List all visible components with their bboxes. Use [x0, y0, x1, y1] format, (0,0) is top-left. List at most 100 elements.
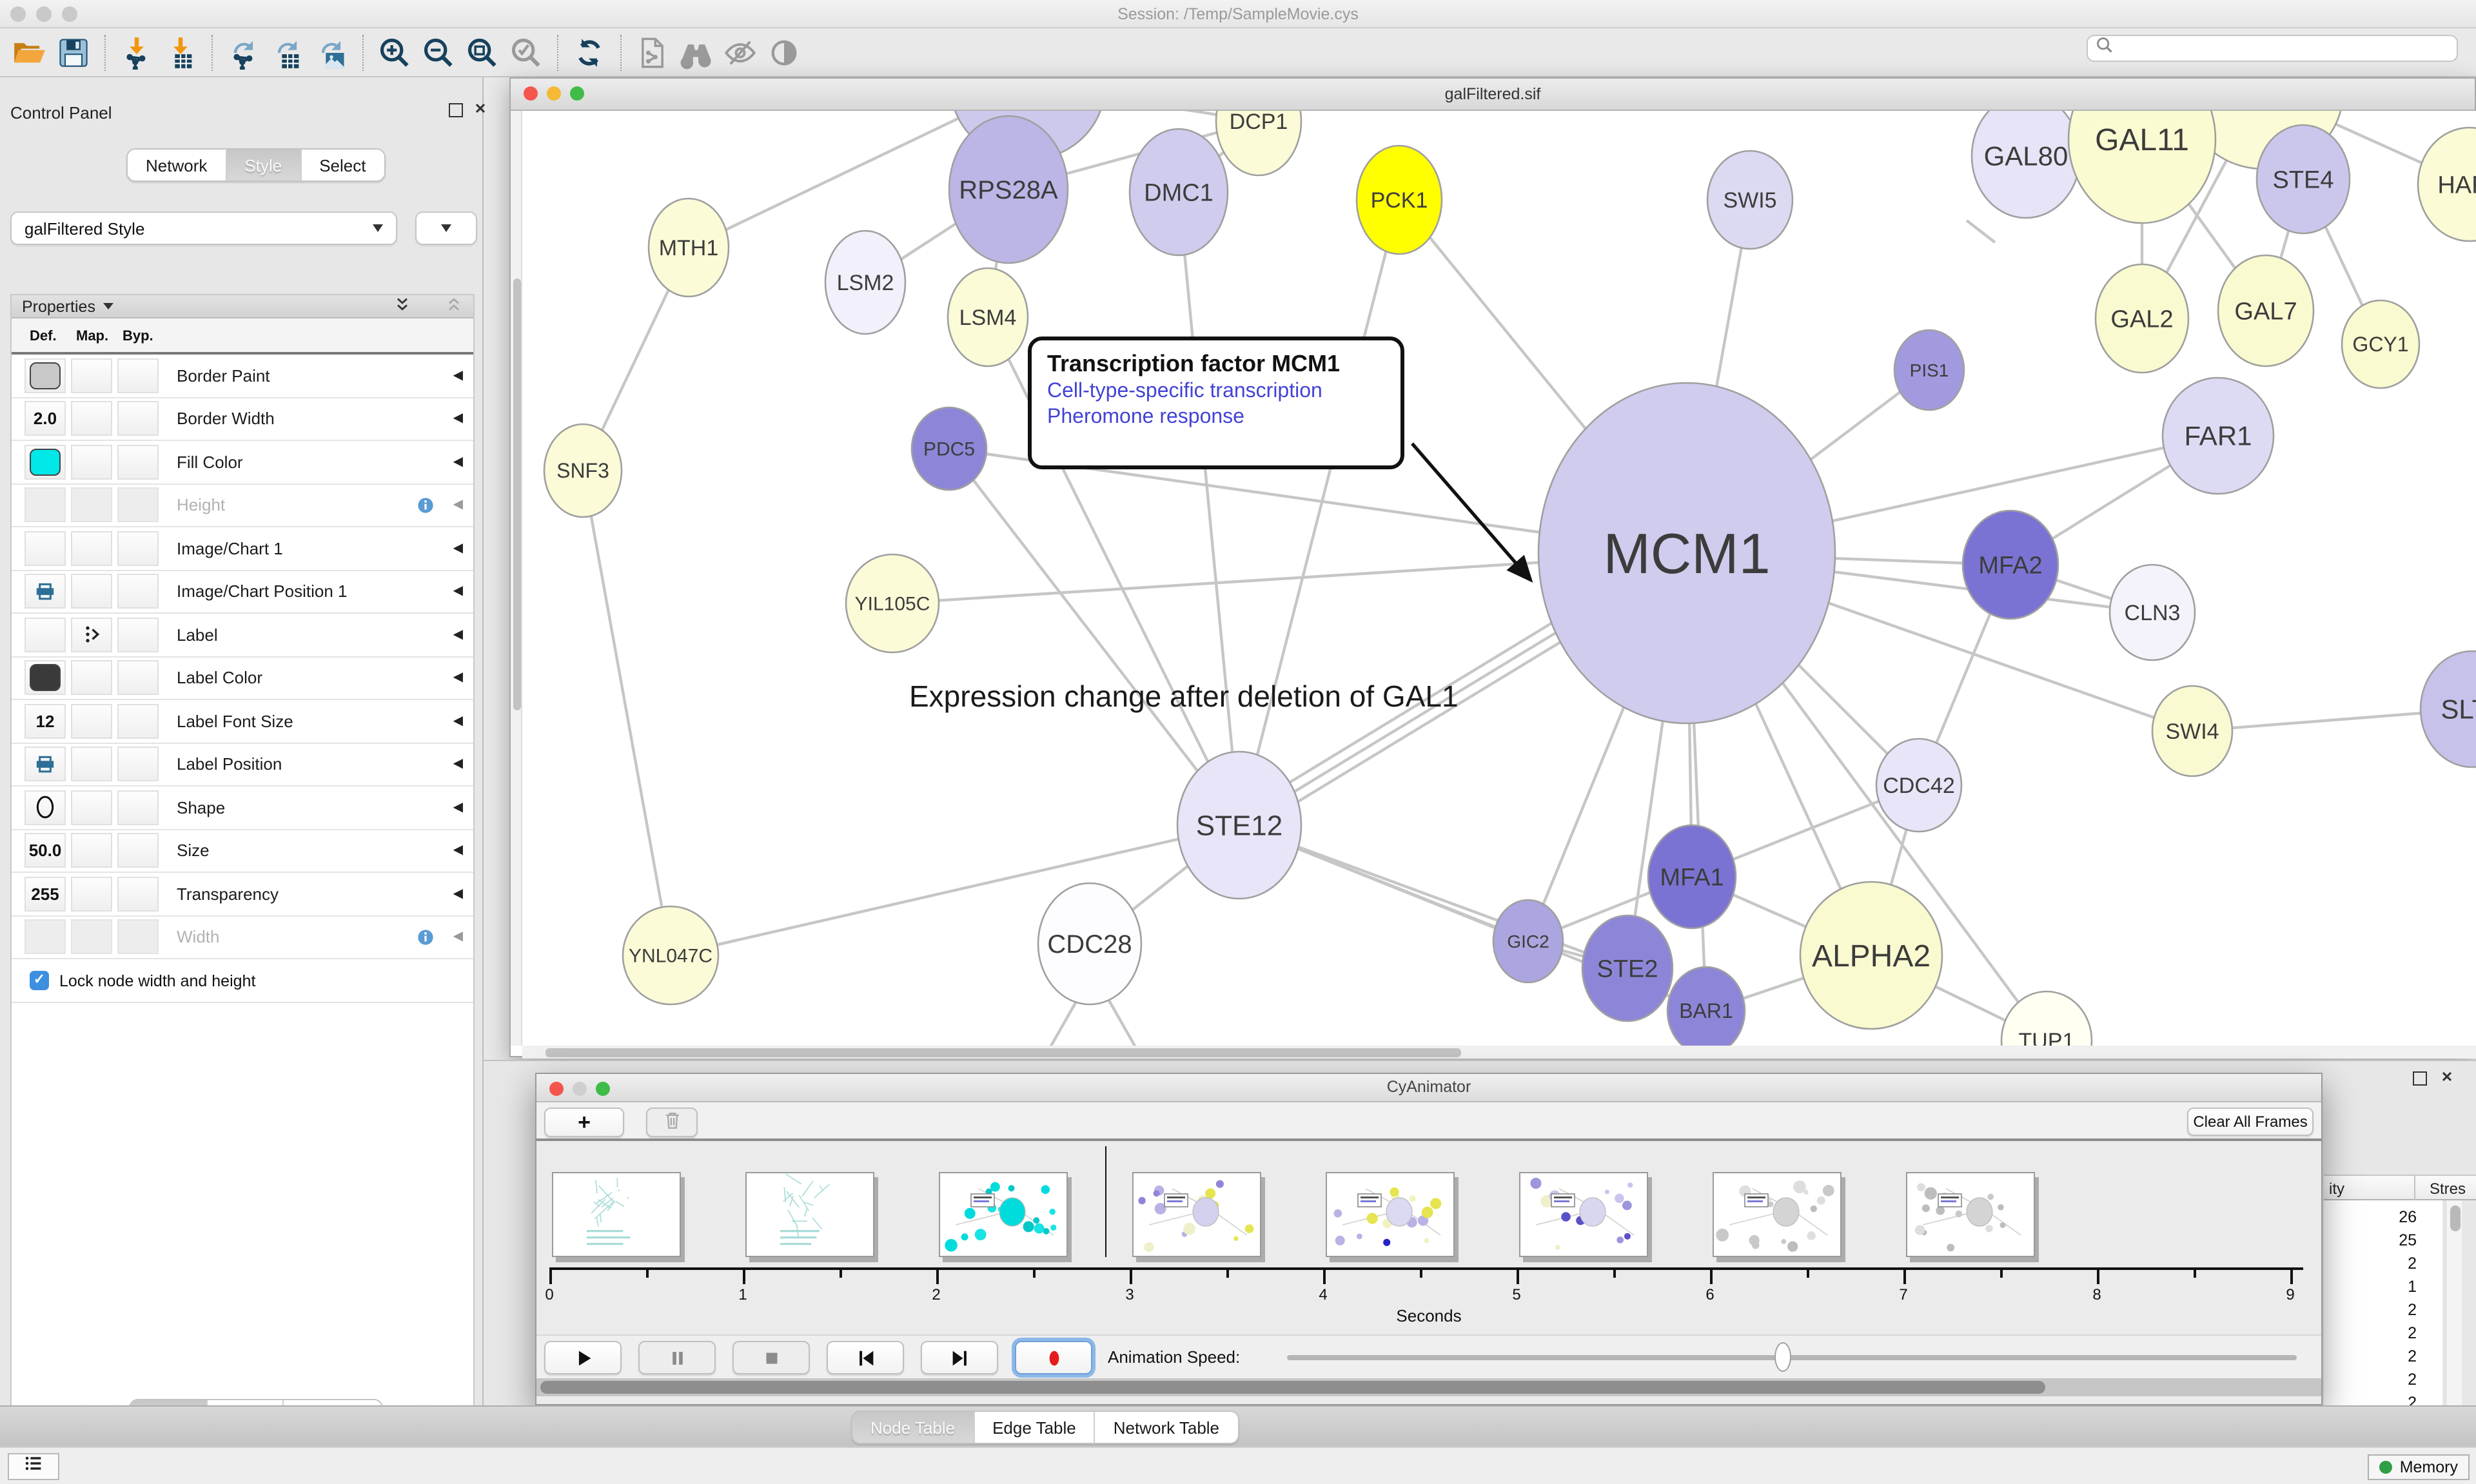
skip-end-button[interactable] [921, 1341, 998, 1374]
property-row-width[interactable]: Width ◀ [12, 916, 473, 959]
property-row-image-chart-1[interactable]: Image/Chart 1 ◀ [12, 527, 473, 571]
def-cell[interactable] [25, 574, 66, 609]
property-row-size[interactable]: 50.0 Size ◀ [12, 830, 473, 873]
byp-cell[interactable] [117, 920, 159, 955]
tab-network-table[interactable]: Network Table [1096, 1412, 1237, 1443]
map-cell[interactable] [71, 834, 112, 868]
default-swatch[interactable] [30, 665, 61, 692]
style-options-button[interactable] [415, 211, 477, 245]
annotation-box[interactable]: Transcription factor MCM1 Cell-type-spec… [1028, 337, 1404, 469]
record-button[interactable] [1015, 1341, 1092, 1374]
search-field[interactable] [2087, 35, 2458, 62]
clear-all-frames-button[interactable]: Clear All Frames [2187, 1108, 2314, 1136]
def-cell[interactable] [25, 618, 66, 652]
style-dropdown[interactable]: galFiltered Style [10, 211, 397, 245]
memory-button[interactable]: Memory [2368, 1454, 2470, 1480]
network-window-titlebar[interactable]: galFiltered.sif [511, 79, 2475, 111]
timeline-playhead[interactable] [1105, 1146, 1106, 1257]
network-vertical-scrollbar[interactable] [511, 111, 522, 1046]
float-table-panel-icon[interactable] [2413, 1071, 2427, 1086]
frame-thumbnail-3[interactable] [1132, 1172, 1261, 1257]
export-image-icon[interactable] [312, 33, 351, 72]
search-input[interactable] [2114, 39, 2436, 57]
frame-thumbnail-1[interactable] [745, 1172, 874, 1257]
collapse-arrow-icon[interactable]: ◀ [453, 844, 463, 858]
expand-all-icon[interactable] [393, 295, 411, 317]
zoom-in-icon[interactable] [375, 33, 414, 72]
map-cell[interactable] [71, 574, 112, 609]
import-table-icon[interactable] [161, 33, 200, 72]
byp-cell[interactable] [117, 402, 159, 436]
zoom-fit-icon[interactable] [463, 33, 502, 72]
collapse-arrow-icon[interactable]: ◀ [453, 887, 463, 901]
property-row-label-color[interactable]: Label Color ◀ [12, 657, 473, 700]
def-cell[interactable] [25, 488, 66, 523]
open-session-icon[interactable] [10, 33, 49, 72]
map-cell[interactable] [71, 402, 112, 436]
def-cell[interactable] [25, 790, 66, 825]
default-value[interactable]: 2.0 [34, 409, 57, 429]
byp-cell[interactable] [117, 790, 159, 825]
tab-select[interactable]: Select [301, 150, 384, 181]
collapse-arrow-icon[interactable]: ◀ [453, 930, 463, 944]
table-scrollbar[interactable] [2445, 1200, 2462, 1407]
property-row-height[interactable]: Height ◀ [12, 484, 473, 527]
property-row-image-chart-position-1[interactable]: Image/Chart Position 1 ◀ [12, 571, 473, 614]
property-row-label[interactable]: Label ◀ [12, 614, 473, 657]
collapse-arrow-icon[interactable]: ◀ [453, 628, 463, 642]
def-cell[interactable] [25, 531, 66, 566]
add-frame-button[interactable]: + [544, 1108, 624, 1137]
default-swatch[interactable] [30, 449, 61, 476]
frame-thumbnail-4[interactable] [1326, 1172, 1455, 1257]
property-row-fill-color[interactable]: Fill Color ◀ [12, 441, 473, 484]
frame-thumbnail-7[interactable] [1906, 1172, 2035, 1257]
default-swatch[interactable] [30, 362, 61, 389]
network-edge[interactable] [1109, 1001, 1141, 1046]
byp-cell[interactable] [117, 704, 159, 739]
stop-button[interactable] [732, 1341, 810, 1374]
save-session-icon[interactable] [54, 33, 93, 72]
byp-cell[interactable] [117, 618, 159, 652]
annotation-link-1[interactable]: Cell-type-specific transcription [1047, 380, 1400, 404]
info-icon[interactable] [417, 928, 435, 946]
animation-speed-slider[interactable] [1287, 1355, 2297, 1360]
cyanimator-titlebar[interactable]: CyAnimator [536, 1074, 2321, 1102]
property-row-border-width[interactable]: 2.0 Border Width ◀ [12, 398, 473, 441]
network-canvas[interactable]: Expression change after deletion of GAL1… [522, 111, 2476, 1046]
tab-node-table[interactable]: Node Table [852, 1412, 974, 1443]
collapse-arrow-icon[interactable]: ◀ [453, 498, 463, 513]
column-ity[interactable]: ity [2329, 1180, 2344, 1198]
tab-network[interactable]: Network [128, 150, 226, 181]
cyanimator-scrollbar[interactable] [536, 1378, 2321, 1396]
tab-style[interactable]: Style [226, 150, 301, 181]
skip-start-button[interactable] [827, 1341, 904, 1374]
map-cell[interactable] [71, 920, 112, 955]
default-value[interactable]: 12 [36, 712, 55, 731]
def-cell[interactable]: 12 [25, 704, 66, 739]
collapse-all-icon[interactable] [445, 295, 463, 317]
info-icon[interactable] [417, 496, 435, 514]
property-row-label-position[interactable]: Label Position ◀ [12, 743, 473, 786]
map-cell[interactable] [71, 531, 112, 566]
collapse-arrow-icon[interactable]: ◀ [453, 714, 463, 728]
map-cell[interactable] [71, 445, 112, 480]
default-value[interactable]: 50.0 [29, 841, 62, 861]
pause-button[interactable] [638, 1341, 716, 1374]
frame-thumbnail-2[interactable] [939, 1172, 1068, 1257]
byp-cell[interactable] [117, 445, 159, 480]
collapse-arrow-icon[interactable]: ◀ [453, 412, 463, 426]
network-edge[interactable] [583, 471, 671, 955]
collapse-arrow-icon[interactable]: ◀ [453, 542, 463, 556]
byp-cell[interactable] [117, 574, 159, 609]
property-row-border-paint[interactable]: Border Paint ◀ [12, 355, 473, 398]
network-edge[interactable] [1967, 220, 1995, 242]
collapse-arrow-icon[interactable]: ◀ [453, 455, 463, 469]
def-cell[interactable] [25, 661, 66, 696]
frame-thumbnail-5[interactable] [1519, 1172, 1648, 1257]
map-cell[interactable] [71, 488, 112, 523]
close-panel-icon[interactable]: ✕ [472, 102, 489, 119]
refresh-view-icon[interactable] [570, 33, 609, 72]
network-edge[interactable] [1045, 1001, 1077, 1046]
network-edge[interactable] [671, 825, 1239, 955]
byp-cell[interactable] [117, 488, 159, 523]
